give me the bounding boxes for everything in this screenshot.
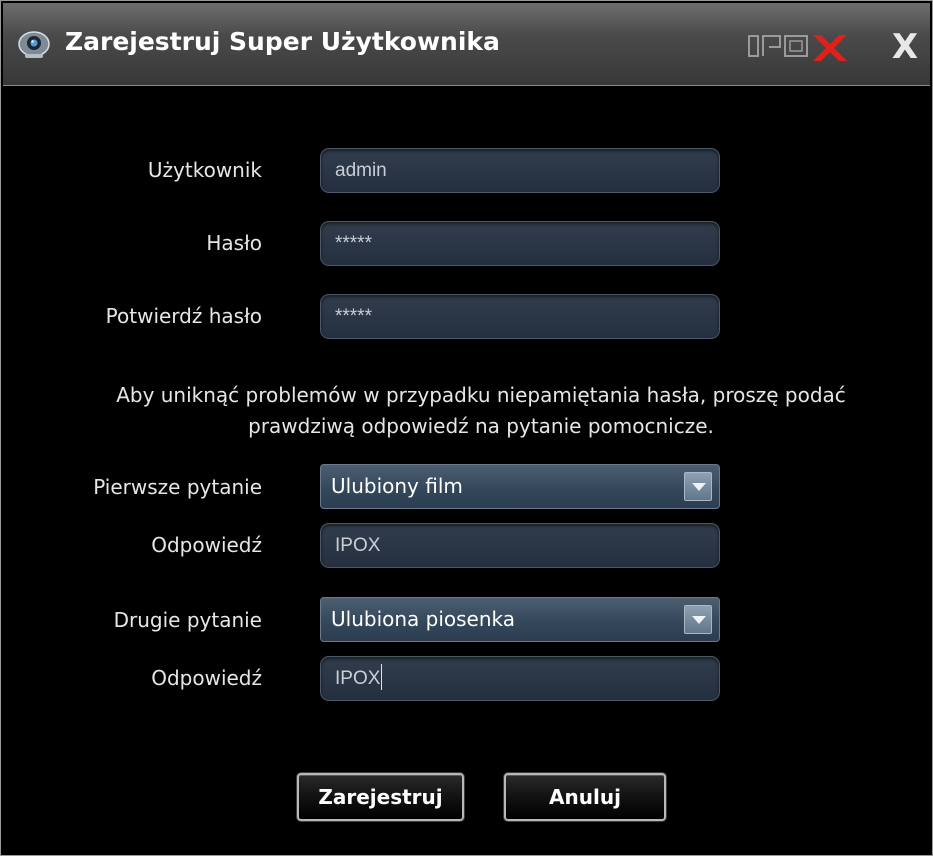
username-label: Użytkownik [147,158,262,182]
second-answer-value: IPOX [335,668,381,689]
ipox-logo [747,29,857,63]
second-answer-input[interactable]: IPOX [320,656,720,701]
security-question-info: Aby uniknąć problemów w przypadku niepam… [41,380,921,442]
register-button[interactable]: Zarejestruj [297,773,464,821]
password-label: Hasło [206,231,262,255]
first-answer-input[interactable]: IPOX [320,523,720,568]
chevron-down-icon[interactable] [684,605,712,634]
dialog-title: Zarejestruj Super Użytkownika [65,27,500,56]
register-dialog: Zarejestruj Super Użytkownika X Użytkown… [0,0,933,856]
info-line-2: prawdziwą odpowiedź na pytanie pomocnicz… [248,414,714,438]
password-input[interactable]: ***** [320,221,720,266]
cancel-button[interactable]: Anuluj [504,773,666,821]
title-bar[interactable]: Zarejestruj Super Użytkownika X [3,3,930,86]
first-question-label: Pierwsze pytanie [93,475,262,499]
confirm-password-input[interactable]: ***** [320,294,720,339]
first-question-value: Ulubiony film [331,474,463,498]
second-question-label: Drugie pytanie [113,608,262,632]
second-question-value: Ulubiona piosenka [331,607,516,631]
first-question-select[interactable]: Ulubiony film [320,464,720,509]
text-caret [381,663,383,690]
username-input[interactable]: admin [320,148,720,193]
confirm-password-label: Potwierdź hasło [105,304,262,328]
info-line-1: Aby uniknąć problemów w przypadku niepam… [116,383,846,407]
close-button[interactable]: X [885,27,925,67]
second-question-select[interactable]: Ulubiona piosenka [320,597,720,642]
camera-icon [17,31,51,59]
second-answer-label: Odpowiedź [151,666,262,690]
chevron-down-icon[interactable] [684,472,712,501]
first-answer-label: Odpowiedź [151,533,262,557]
